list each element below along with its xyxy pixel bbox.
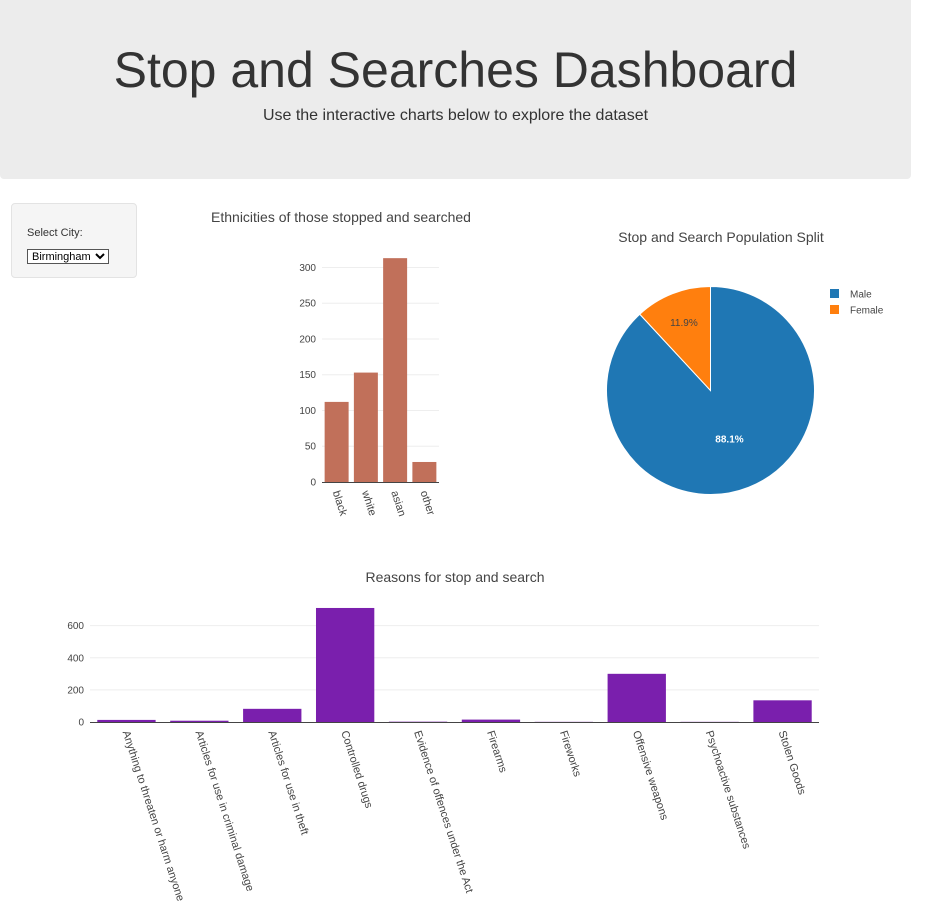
eth-x-tick-label: asian [388,489,408,518]
rsn-bar-offensive-weapons[interactable] [607,673,666,722]
eth-x-tick-label: other [418,489,437,517]
rsn-bar-firearms[interactable] [461,719,521,722]
eth-bar-black[interactable] [324,401,349,482]
eth-bar-other[interactable] [412,461,437,482]
rsn-bar-stolen-goods[interactable] [753,700,812,722]
eth-bar-white[interactable] [353,372,378,482]
pie-chart-title: Stop and Search Population Split [618,229,824,245]
rsn-x-tick-label: Stolen Goods [776,729,808,797]
rsn-bar-anything-to-threaten-or-harm-anyone[interactable] [97,719,156,722]
rsn-y-tick-label: 400 [67,653,84,664]
page-title: Stop and Searches Dashboard [113,42,798,98]
city-select[interactable]: Birmingham [27,249,109,264]
ethnicity-chart-title: Ethnicities of those stopped and searche… [211,209,471,225]
rsn-x-tick-label: Firearms [484,729,509,774]
eth-y-tick-label: 100 [299,406,316,417]
pie-slice-female[interactable] [639,285,711,392]
eth-bar-asian[interactable] [383,258,408,482]
eth-y-tick-label: 50 [305,442,317,453]
eth-x-tick-label: white [359,488,379,517]
eth-y-tick-label: 300 [299,263,316,274]
rsn-x-tick-label: Controlled drugs [338,729,375,810]
rsn-x-tick-label: Fireworks [557,729,583,779]
legend-swatch-female[interactable] [830,305,839,314]
city-filter-panel: Select City: Birmingham [11,203,137,278]
city-select-label: Select City: [27,227,83,239]
rsn-y-tick-label: 0 [78,718,84,729]
rsn-bar-articles-for-use-in-theft[interactable] [243,708,302,722]
eth-y-tick-label: 250 [299,299,316,310]
legend-swatch-male[interactable] [830,289,839,298]
rsn-bar-articles-for-use-in-criminal-damage[interactable] [170,720,229,722]
page-subtitle: Use the interactive charts below to expl… [262,107,649,124]
rsn-x-tick-label: Articles for use in theft [265,729,310,836]
eth-y-tick-label: 200 [299,334,316,345]
rsn-y-tick-label: 600 [67,621,84,632]
header-banner: Stop and Searches Dashboard Use the inte… [0,0,911,179]
rsn-x-tick-label: Articles for use in criminal damage [192,729,255,893]
rsn-x-tick-label: Evidence of offences under the Act [411,729,475,894]
rsn-x-tick-label: Anything to threaten or harm anyone [120,729,187,903]
legend-label-male[interactable]: Male [850,290,872,301]
rsn-x-tick-label: Offensive weapons [630,729,670,822]
eth-x-tick-label: black [330,489,350,518]
rsn-y-tick-label: 200 [67,685,84,696]
reasons-chart-title: Reasons for stop and search [366,569,545,585]
pie-slice-label: 88.1% [715,434,743,445]
eth-y-tick-label: 150 [299,370,316,381]
rsn-x-tick-label: Psychoactive substances [703,729,753,851]
pie-slice-male[interactable] [606,285,815,495]
pie-slice-label: 11.9% [670,318,698,329]
legend-label-female[interactable]: Female [850,306,884,317]
eth-y-tick-label: 0 [310,478,316,489]
rsn-bar-controlled-drugs[interactable] [315,607,375,722]
